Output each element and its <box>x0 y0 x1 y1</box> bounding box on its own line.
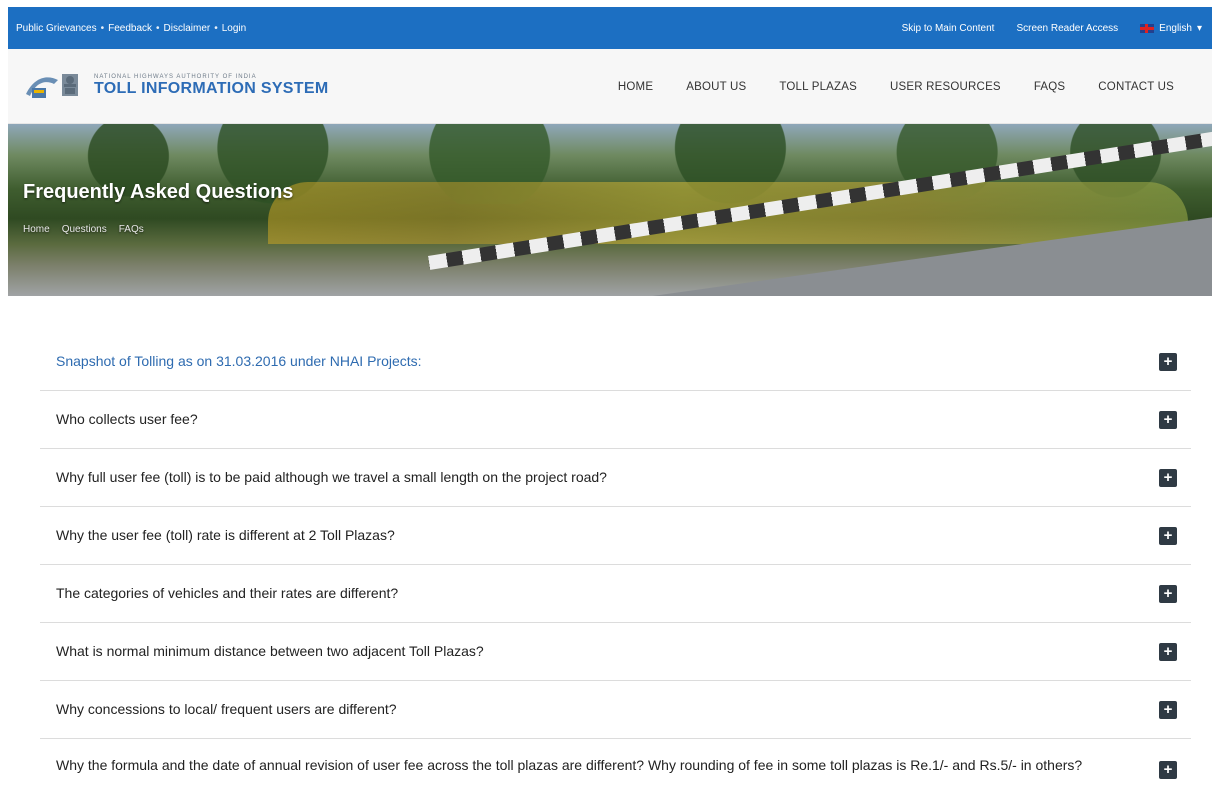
expand-plus-icon[interactable]: + <box>1159 410 1177 429</box>
faq-item[interactable]: The categories of vehicles and their rat… <box>40 565 1191 623</box>
nav-home[interactable]: HOME <box>618 81 653 93</box>
separator: • <box>156 22 160 34</box>
uk-flag-icon <box>1140 23 1155 33</box>
screen-reader-link[interactable]: Screen Reader Access <box>1016 23 1118 34</box>
expand-plus-icon[interactable]: + <box>1159 352 1177 371</box>
public-grievances-link[interactable]: Public Grievances <box>16 23 97 34</box>
utility-right: Skip to Main Content Screen Reader Acces… <box>902 23 1202 34</box>
faq-question: Why the formula and the date of annual r… <box>56 757 1083 773</box>
faq-question: Snapshot of Tolling as on 31.03.2016 und… <box>56 353 422 369</box>
faq-question: Why full user fee (toll) is to be paid a… <box>56 469 607 485</box>
chevron-down-icon: ▾ <box>1196 22 1202 34</box>
breadcrumb-questions[interactable]: Questions <box>62 224 107 235</box>
expand-plus-icon[interactable]: + <box>1159 526 1177 545</box>
expand-plus-icon[interactable]: + <box>1159 700 1177 719</box>
disclaimer-link[interactable]: Disclaimer <box>164 23 211 34</box>
expand-plus-icon[interactable]: + <box>1159 761 1177 779</box>
feedback-link[interactable]: Feedback <box>108 23 152 34</box>
language-label: English <box>1159 22 1192 34</box>
faq-item[interactable]: Why the formula and the date of annual r… <box>40 739 1191 799</box>
faq-question: Why the user fee (toll) rate is differen… <box>56 527 395 543</box>
utility-links: Public Grievances • Feedback • Disclaime… <box>16 23 246 34</box>
main-nav: HOME ABOUT US TOLL PLAZAS USER RESOURCES… <box>618 49 1174 124</box>
expand-plus-icon[interactable]: + <box>1159 642 1177 661</box>
logo-title: TOLL INFORMATION SYSTEM <box>94 80 329 97</box>
site-header: NATIONAL HIGHWAYS AUTHORITY OF INDIA TOL… <box>8 49 1212 124</box>
faq-item[interactable]: What is normal minimum distance between … <box>40 623 1191 681</box>
nav-about-us[interactable]: ABOUT US <box>686 81 746 93</box>
skip-to-main-link[interactable]: Skip to Main Content <box>902 23 995 34</box>
faq-question: The categories of vehicles and their rat… <box>56 585 399 601</box>
nav-faqs[interactable]: FAQS <box>1034 81 1065 93</box>
faq-question: Why concessions to local/ frequent users… <box>56 701 397 717</box>
separator: • <box>100 22 105 34</box>
faq-question: What is normal minimum distance between … <box>56 643 484 659</box>
faq-accordion: Snapshot of Tolling as on 31.03.2016 und… <box>40 333 1191 799</box>
nav-contact-us[interactable]: CONTACT US <box>1098 81 1174 93</box>
nav-toll-plazas[interactable]: TOLL PLAZAS <box>779 81 857 93</box>
site-logo[interactable]: NATIONAL HIGHWAYS AUTHORITY OF INDIA TOL… <box>24 70 328 102</box>
faq-item[interactable]: Why full user fee (toll) is to be paid a… <box>40 449 1191 507</box>
language-selector[interactable]: English ▾ <box>1140 23 1202 34</box>
faq-item[interactable]: Why concessions to local/ frequent users… <box>40 681 1191 739</box>
nhai-emblem-icon <box>26 74 78 98</box>
logo-text: NATIONAL HIGHWAYS AUTHORITY OF INDIA TOL… <box>94 74 328 98</box>
utility-bar: Public Grievances • Feedback • Disclaime… <box>8 7 1212 49</box>
faq-item[interactable]: Who collects user fee? + <box>40 391 1191 449</box>
separator: • <box>214 22 218 34</box>
breadcrumb: Home Questions FAQs <box>23 224 144 235</box>
expand-plus-icon[interactable]: + <box>1159 468 1177 487</box>
login-link[interactable]: Login <box>222 23 246 34</box>
nav-user-resources[interactable]: USER RESOURCES <box>890 81 1001 93</box>
faq-question: Who collects user fee? <box>56 411 198 427</box>
page-title: Frequently Asked Questions <box>23 181 294 203</box>
faq-item[interactable]: Why the user fee (toll) rate is differen… <box>40 507 1191 565</box>
breadcrumb-current: FAQs <box>118 224 144 235</box>
faq-item[interactable]: Snapshot of Tolling as on 31.03.2016 und… <box>40 333 1191 391</box>
page-banner: Frequently Asked Questions Home Question… <box>8 124 1212 296</box>
breadcrumb-home[interactable]: Home <box>23 224 50 235</box>
expand-plus-icon[interactable]: + <box>1159 584 1177 603</box>
